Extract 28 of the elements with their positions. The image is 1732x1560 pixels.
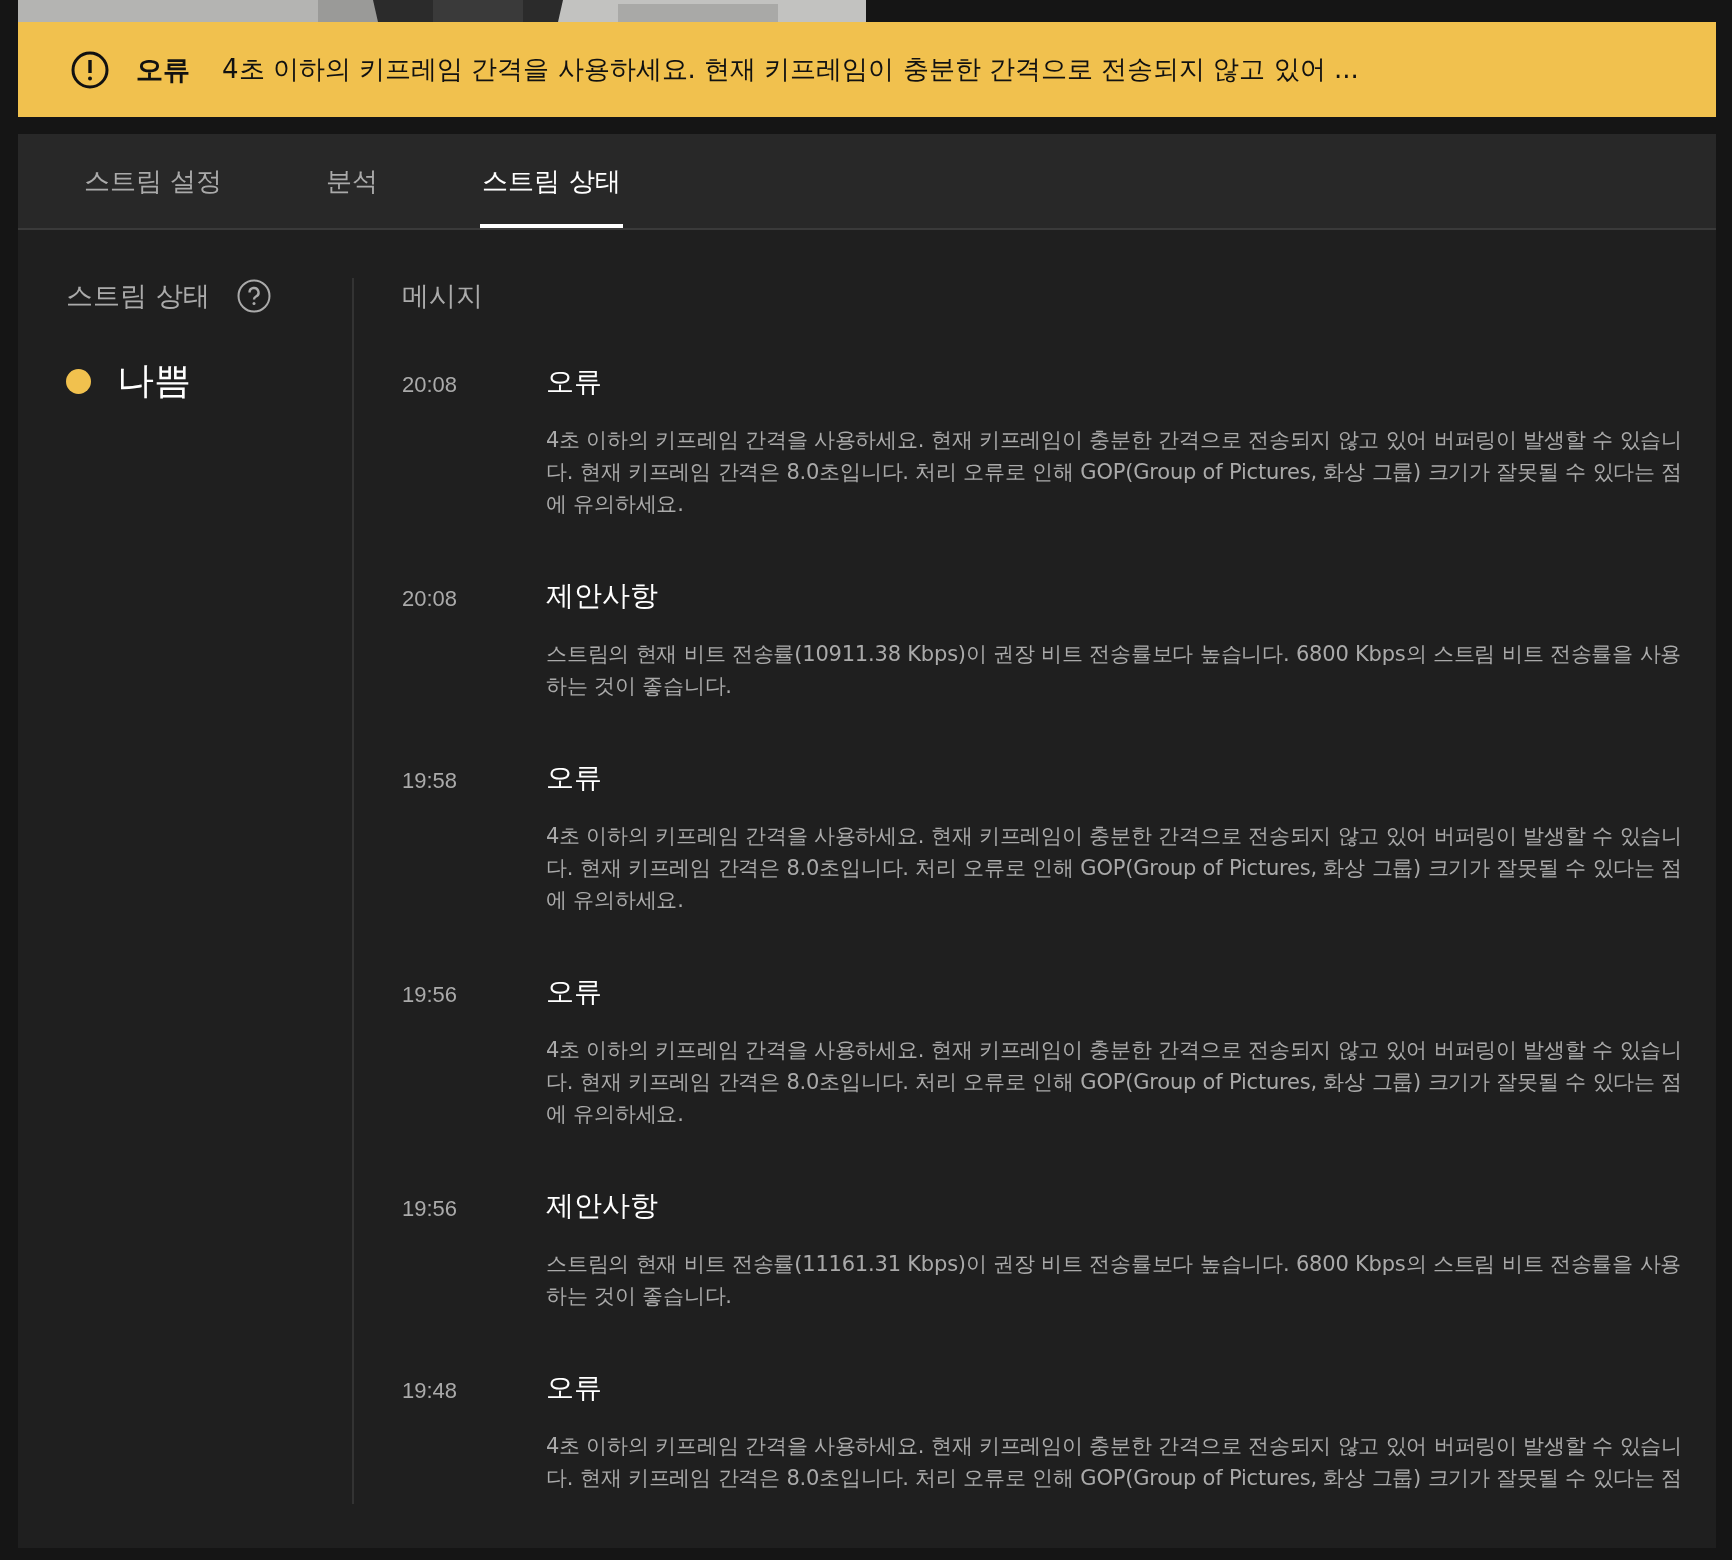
tab[interactable]: 분석 (324, 134, 381, 228)
message-title: 제안사항 (546, 578, 659, 614)
tab[interactable]: 스트림 설정 (82, 134, 225, 228)
message-title: 오류 (546, 1370, 603, 1406)
message-time: 20:08 (402, 371, 459, 399)
message-text: 스트림의 현재 비트 전송률(10911.38 Kbps)이 권장 비트 전송률보다 높습니다. 6800 Kbps의 스트림 비트 전송률을 사용하는 것이 좋습니다. (546, 641, 1683, 700)
message-title: 제안사항 (546, 1188, 659, 1224)
message-time: 19:56 (402, 1195, 459, 1223)
message-time: 19:48 (402, 1377, 459, 1405)
message-time: 19:58 (402, 767, 459, 795)
message-time: 19:56 (402, 981, 459, 1009)
banner-message: 4초 이하의 키프레임 간격을 사용하세요. 현재 키프레임이 충분한 간격으로 전송되지 않고 있어 ... (222, 53, 1359, 86)
message-title: 오류 (546, 974, 603, 1010)
message-text: 스트림의 현재 비트 전송률(11161.31 Kbps)이 권장 비트 전송률보다 높습니다. 6800 Kbps의 스트림 비트 전송률을 사용하는 것이 좋습니다. (546, 1251, 1683, 1310)
message-text: 4초 이하의 키프레임 간격을 사용하세요. 현재 키프레임이 충분한 간격으로 전송되지 않고 있어 버퍼링이 발생할 수 있습니다. 현재 키프레임 간격은 8.0초입니다. 처리 오류로 인해 GOP(Group of Pictures, 화상 그룹) 크기가 잘못될 수 있다는 점에 유의하세요. (546, 1037, 1684, 1128)
status-value: 나쁨 (117, 358, 191, 404)
banner-severity: 오류 (136, 52, 190, 87)
message-text: 4초 이하의 키프레임 간격을 사용하세요. 현재 키프레임이 충분한 간격으로 전송되지 않고 있어 버퍼링이 발생할 수 있습니다. 현재 키프레임 간격은 8.0초입니다. 처리 오류로 인해 GOP(Group of Pictures, 화상 그룹) 크기가 잘못될 수 있다는 점 (546, 1433, 1684, 1492)
tab[interactable]: 스트림 상태 (480, 134, 623, 228)
message-title: 오류 (546, 364, 603, 400)
help-icon[interactable] (235, 278, 272, 314)
messages-heading: 메시지 (402, 279, 484, 313)
message-text: 4초 이하의 키프레임 간격을 사용하세요. 현재 키프레임이 충분한 간격으로 전송되지 않고 있어 버퍼링이 발생할 수 있습니다. 현재 키프레임 간격은 8.0초입니다. 처리 오류로 인해 GOP(Group of Pictures, 화상 그룹) 크기가 잘못될 수 있다는 점에 유의하세요. (546, 427, 1684, 518)
status-heading: 스트림 상태 (66, 279, 210, 313)
message-title: 오류 (546, 760, 603, 796)
message-text: 4초 이하의 키프레임 간격을 사용하세요. 현재 키프레임이 충분한 간격으로 전송되지 않고 있어 버퍼링이 발생할 수 있습니다. 현재 키프레임 간격은 8.0초입니다. 처리 오류로 인해 GOP(Group of Pictures, 화상 그룹) 크기가 잘못될 수 있다는 점에 유의하세요. (546, 823, 1684, 914)
alert-icon (70, 49, 110, 90)
message-time: 20:08 (402, 585, 459, 613)
